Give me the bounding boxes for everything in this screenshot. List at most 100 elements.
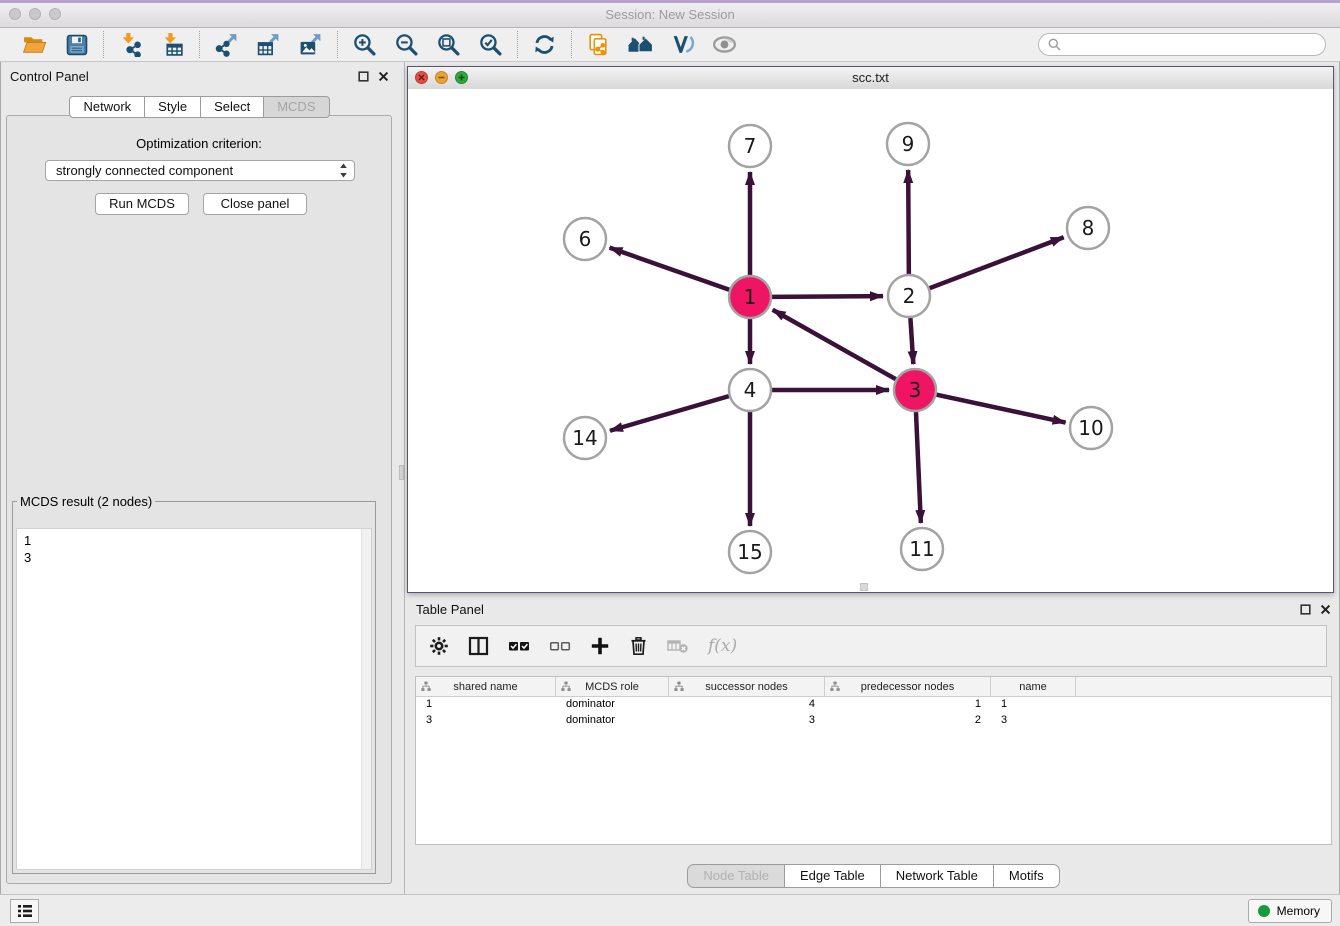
close-panel-icon[interactable] — [378, 71, 389, 82]
graph-edge-4-14[interactable] — [610, 396, 729, 431]
cell-name[interactable]: 1 — [991, 697, 1076, 713]
network-from-clipboard-icon[interactable] — [585, 31, 612, 58]
delete-column-trash-icon[interactable] — [629, 636, 648, 656]
svg-text:14: 14 — [572, 426, 597, 450]
graph-node-10[interactable]: 10 — [1070, 407, 1112, 449]
table-panel: Table Panel — [407, 596, 1340, 894]
close-panel-button[interactable]: Close panel — [203, 193, 307, 215]
table-tab-motifs[interactable]: Motifs — [994, 864, 1060, 888]
float-panel-icon[interactable] — [358, 71, 369, 82]
table-tab-edge-table[interactable]: Edge Table — [785, 864, 881, 888]
graph-node-15[interactable]: 15 — [729, 531, 771, 573]
zoom-fit-icon[interactable] — [435, 31, 462, 58]
cell-successor-nodes[interactable]: 4 — [669, 697, 825, 713]
memory-button[interactable]: Memory — [1248, 899, 1332, 923]
zoom-in-icon[interactable] — [351, 31, 378, 58]
control-panel-tabs: NetworkStyleSelectMCDS — [0, 96, 399, 118]
table-settings-gear-icon[interactable] — [429, 636, 449, 656]
graph-edge-2-3[interactable] — [910, 318, 913, 364]
graph-edge-3-10[interactable] — [937, 395, 1066, 423]
column-header-label: successor nodes — [705, 681, 788, 693]
zoom-selected-icon[interactable] — [477, 31, 504, 58]
cell-predecessor-nodes[interactable]: 2 — [825, 713, 991, 729]
graph-node-3[interactable]: 3 — [894, 369, 936, 411]
open-file-icon[interactable] — [21, 31, 48, 58]
cytoscape-home-icon[interactable] — [627, 31, 654, 58]
cell-predecessor-nodes[interactable]: 1 — [825, 697, 991, 713]
table-tab-network-table[interactable]: Network Table — [881, 864, 994, 888]
graph-edge-3-11[interactable] — [916, 412, 921, 523]
graph-node-2[interactable]: 2 — [888, 275, 930, 317]
network-canvas[interactable]: 7 9 6 8 1 2 4 3 14 10 15 11 — [408, 89, 1333, 592]
import-table-icon[interactable] — [159, 31, 186, 58]
column-header-successor-nodes[interactable]: successor nodes — [669, 677, 825, 696]
cell-shared-name[interactable]: 1 — [416, 697, 556, 713]
search-icon — [1048, 38, 1061, 51]
control-tab-select[interactable]: Select — [201, 96, 264, 118]
deselect-all-rows-icon[interactable] — [549, 636, 571, 656]
panel-splitter[interactable] — [399, 62, 405, 894]
table-body: 1dominator4113dominator323 — [416, 697, 1331, 729]
graph-node-4[interactable]: 4 — [729, 369, 771, 411]
close-table-panel-icon[interactable] — [1320, 604, 1331, 615]
graph-edge-3-1[interactable] — [773, 310, 896, 379]
cell-shared-name[interactable]: 3 — [416, 713, 556, 729]
graph-edge-2-9[interactable] — [908, 170, 909, 274]
graph-node-6[interactable]: 6 — [564, 218, 606, 260]
add-column-icon[interactable] — [590, 636, 610, 656]
control-tab-style[interactable]: Style — [145, 96, 201, 118]
optimization-criterion-select[interactable]: strongly connected component — [45, 160, 355, 181]
zoom-out-icon[interactable] — [393, 31, 420, 58]
column-header-shared-name[interactable]: shared name — [416, 677, 556, 696]
graph-node-9[interactable]: 9 — [887, 123, 929, 165]
table-row[interactable]: 1dominator411 — [416, 697, 1331, 713]
cyndex-icon[interactable] — [669, 31, 696, 58]
hide-panels-eye-icon[interactable] — [711, 31, 738, 58]
mcds-result-textarea[interactable]: 13 — [16, 528, 372, 870]
graph-node-1[interactable]: 1 — [729, 276, 771, 318]
float-table-panel-icon[interactable] — [1300, 604, 1311, 615]
graph-node-7[interactable]: 7 — [729, 125, 771, 167]
graph-node-14[interactable]: 14 — [564, 417, 606, 459]
column-header-mcds-role[interactable]: MCDS role — [556, 677, 669, 696]
svg-text:1: 1 — [744, 285, 757, 309]
import-network-icon[interactable] — [117, 31, 144, 58]
column-header-label: predecessor nodes — [861, 681, 955, 693]
show-columns-icon[interactable] — [468, 636, 489, 656]
svg-text:2: 2 — [903, 284, 916, 308]
graph-node-8[interactable]: 8 — [1067, 207, 1109, 249]
control-tab-mcds[interactable]: MCDS — [264, 96, 329, 118]
graph-node-11[interactable]: 11 — [901, 528, 943, 570]
cell-successor-nodes[interactable]: 3 — [669, 713, 825, 729]
cell-mcds-role[interactable]: dominator — [556, 697, 669, 713]
cell-name[interactable]: 3 — [991, 713, 1076, 729]
cell-mcds-role[interactable]: dominator — [556, 713, 669, 729]
graph-edge-1-2[interactable] — [772, 296, 883, 297]
select-all-rows-icon[interactable] — [508, 636, 530, 656]
mcds-result-line: 1 — [17, 529, 371, 549]
splitter-handle[interactable] — [399, 465, 404, 480]
export-network-icon[interactable] — [213, 31, 240, 58]
mcds-result-group: MCDS result (2 nodes) 13 — [12, 494, 376, 874]
export-image-icon[interactable] — [297, 31, 324, 58]
refresh-icon[interactable] — [531, 31, 558, 58]
svg-text:4: 4 — [744, 378, 757, 402]
canvas-splitter-handle[interactable] — [860, 583, 868, 591]
result-scrollbar[interactable] — [361, 529, 371, 869]
save-session-icon[interactable] — [63, 31, 90, 58]
search-input[interactable] — [1067, 36, 1316, 53]
svg-text:7: 7 — [744, 134, 757, 158]
task-history-button[interactable] — [10, 899, 39, 923]
status-bar: Memory — [0, 894, 1340, 926]
network-window-titlebar[interactable]: scc.txt — [408, 67, 1333, 90]
column-header-predecessor-nodes[interactable]: predecessor nodes — [825, 677, 991, 696]
table-row[interactable]: 3dominator323 — [416, 713, 1331, 729]
export-table-icon[interactable] — [255, 31, 282, 58]
table-tab-node-table[interactable]: Node Table — [687, 864, 785, 888]
dropdown-stepper-icon — [339, 162, 348, 179]
column-header-name[interactable]: name — [991, 677, 1076, 696]
control-tab-network[interactable]: Network — [69, 96, 145, 118]
run-mcds-button[interactable]: Run MCDS — [95, 193, 189, 215]
graph-edge-1-6[interactable] — [610, 248, 730, 290]
graph-edge-2-8[interactable] — [930, 237, 1064, 288]
